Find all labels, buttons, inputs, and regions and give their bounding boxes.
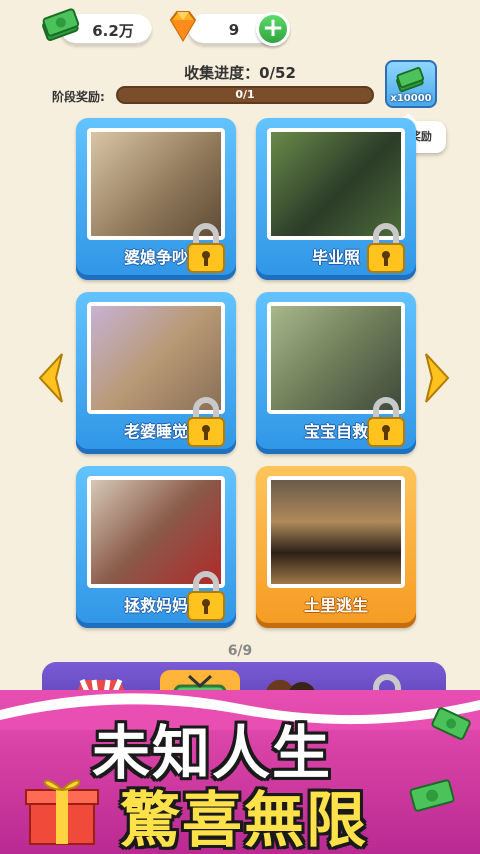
level-image [267, 476, 405, 588]
cash-stack-icon [42, 8, 80, 42]
level-title: 老婆睡觉 [123, 422, 188, 441]
page-indicator: 6/9 [227, 643, 253, 659]
level-title: 毕业照 [311, 248, 360, 267]
level-card[interactable]: 毕业照 [256, 118, 416, 280]
cash-stack-icon [431, 707, 471, 740]
level-card[interactable]: 老婆睡觉 [76, 292, 236, 454]
gem-value: 9 [228, 21, 240, 39]
level-card[interactable]: 婆媳争吵 [76, 118, 236, 280]
prev-page-arrow-icon[interactable] [36, 350, 66, 406]
level-title: 土里逃生 [303, 596, 368, 615]
cash-stack-icon [409, 779, 455, 812]
slogan-line-2: 驚喜無限 [120, 786, 368, 854]
level-title: 拯救妈妈 [123, 596, 188, 615]
gift-box-icon [25, 779, 99, 845]
level-card-current[interactable]: 土里逃生 [256, 466, 416, 628]
stage-progress-bar: 0/1 [116, 86, 374, 104]
money-value: 6.2万 [92, 21, 134, 40]
stage-reward-label: 阶段奖励: [52, 90, 105, 104]
level-card[interactable]: 拯救妈妈 [76, 466, 236, 628]
level-title: 婆媳争吵 [123, 248, 188, 267]
reward-amount: x10000 [390, 93, 432, 104]
level-card[interactable]: 宝宝自救 [256, 292, 416, 454]
next-page-arrow-icon[interactable] [422, 350, 452, 406]
orange-gem-icon [169, 11, 197, 42]
stage-progress-text: 0/1 [235, 88, 255, 101]
add-gems-button[interactable]: + [256, 12, 290, 46]
level-title: 宝宝自救 [303, 422, 368, 441]
